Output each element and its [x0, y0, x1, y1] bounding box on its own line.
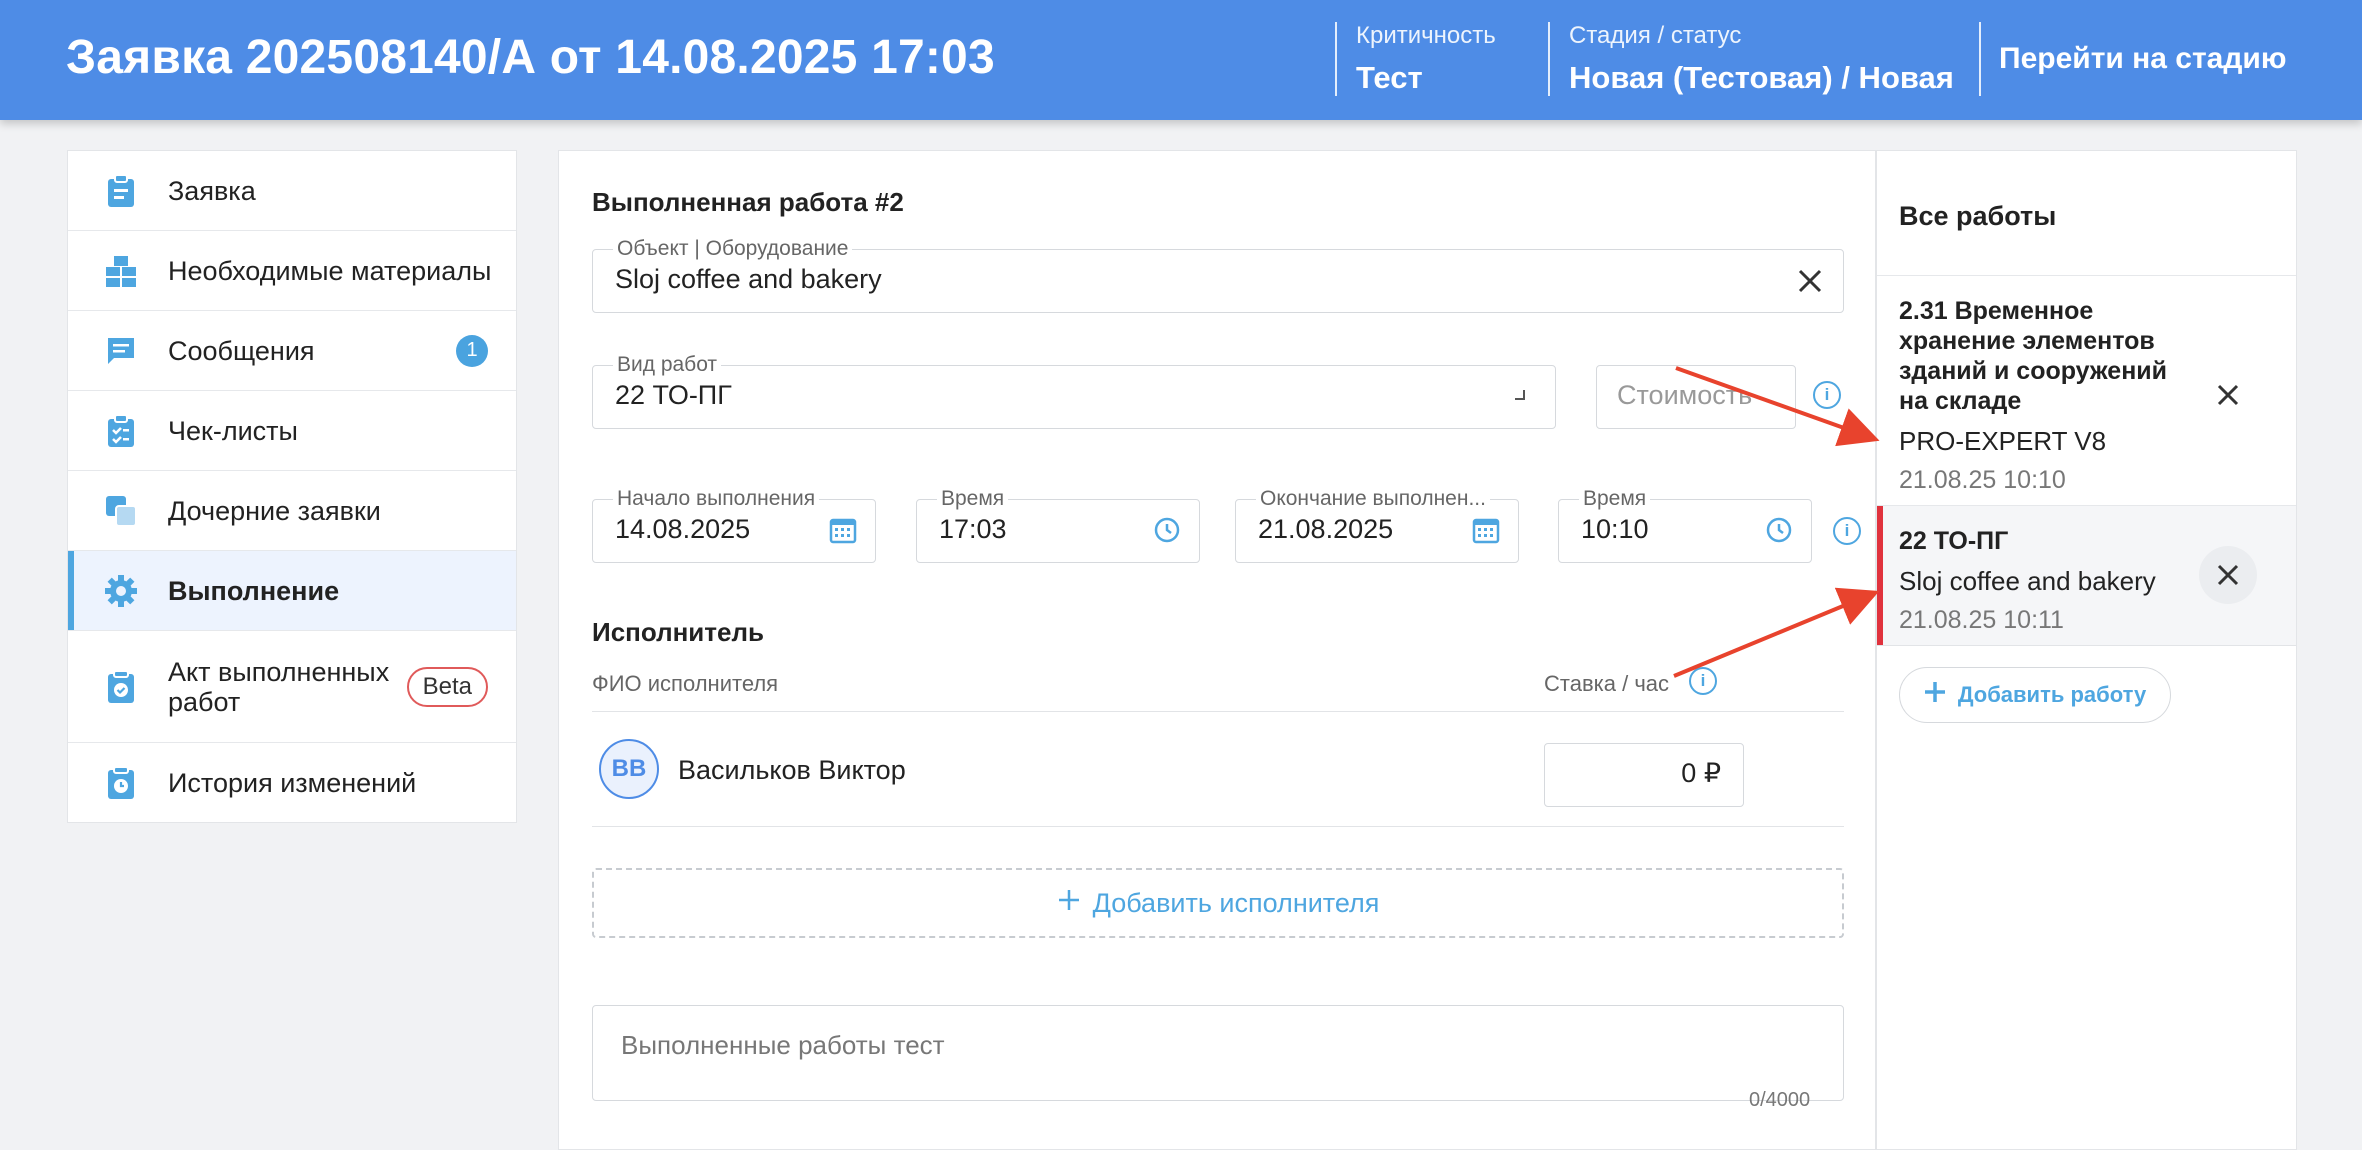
criticality-value: Тест	[1356, 60, 1423, 95]
plus-icon	[1924, 681, 1946, 709]
sidebar-item-checklists[interactable]: Чек-листы	[68, 391, 516, 471]
sidebar-item-label: Заявка	[168, 175, 256, 206]
work-description-placeholder: Выполненные работы тест	[621, 1030, 945, 1060]
sidebar-item-history[interactable]: История изменений	[68, 743, 516, 823]
sidebar-item-label: Акт выполненных работ	[168, 656, 390, 717]
rate-input[interactable]: 0 ₽	[1544, 743, 1744, 807]
cost-placeholder: Стоимость	[1617, 380, 1753, 410]
sidebar-item-request[interactable]: Заявка	[68, 151, 516, 231]
add-work-button[interactable]: Добавить работу	[1899, 667, 2171, 723]
avatar: ВВ	[599, 739, 659, 799]
sidebar-item-execution[interactable]: Выполнение	[68, 551, 516, 631]
gear-icon	[104, 574, 138, 608]
end-time-label: Время	[1579, 487, 1651, 511]
child-requests-icon	[104, 494, 138, 528]
sidebar-item-label: Сообщения	[168, 335, 315, 366]
app-header: Заявка 202508140/А от 14.08.2025 17:03 К…	[0, 0, 2362, 120]
divider	[592, 711, 1844, 712]
end-date-value: 21.08.2025	[1258, 514, 1394, 544]
header-divider	[1335, 22, 1337, 96]
work-form-panel: Выполненная работа #2 Объект | Оборудова…	[558, 150, 1876, 1150]
work-item-date: 21.08.25 10:10	[1899, 466, 2066, 494]
sidebar-item-materials[interactable]: Необходимые материалы	[68, 231, 516, 311]
end-date-label: Окончание выполнен...	[1256, 487, 1490, 511]
object-field-value: Sloj coffee and bakery	[615, 264, 882, 294]
sidebar-item-label: История изменений	[168, 768, 417, 798]
header-divider	[1979, 22, 1981, 96]
work-list-item-selected[interactable]: 22 ТО-ПГ Sloj coffee and bakery 21.08.25…	[1877, 505, 2296, 645]
remove-work-icon[interactable]	[2199, 366, 2257, 424]
goto-stage-button[interactable]: Перейти на стадию	[1999, 42, 2286, 76]
start-time-value: 17:03	[939, 514, 1007, 544]
work-form-title: Выполненная работа #2	[592, 187, 904, 217]
work-item-title: 22 ТО-ПГ	[1899, 527, 2009, 555]
work-type-value: 22 ТО-ПГ	[615, 380, 732, 410]
add-performer-label: Добавить исполнителя	[1092, 887, 1380, 918]
plus-icon	[1057, 888, 1081, 919]
character-counter: 0/4000	[1749, 1089, 1811, 1111]
stage-label: Стадия / статус	[1569, 22, 1742, 49]
header-divider	[1548, 22, 1550, 96]
work-description-textarea[interactable]: Выполненные работы тест	[592, 1005, 1844, 1101]
work-item-object: Sloj coffee and bakery	[1899, 566, 2156, 596]
history-icon	[104, 766, 138, 800]
cost-input[interactable]: Стоимость	[1596, 365, 1796, 429]
sidebar-item-act[interactable]: Акт выполненных работ Beta	[68, 631, 516, 743]
sidebar-item-label: Выполнение	[168, 575, 340, 606]
clipboard-icon	[104, 173, 138, 208]
act-icon	[104, 669, 138, 704]
sidebar-item-label: Дочерние заявки	[168, 495, 381, 526]
rate-info-icon[interactable]: i	[1689, 667, 1717, 695]
performer-name: Васильков Виктор	[678, 755, 906, 785]
page-title: Заявка 202508140/А от 14.08.2025 17:03	[66, 31, 995, 84]
end-date-input[interactable]: Окончание выполнен... 21.08.2025	[1235, 487, 1519, 563]
work-item-date: 21.08.25 10:11	[1899, 606, 2064, 634]
object-field[interactable]: Объект | Оборудование Sloj coffee and ba…	[592, 237, 1844, 313]
start-date-label: Начало выполнения	[613, 487, 820, 511]
add-performer-button[interactable]: Добавить исполнителя	[592, 868, 1844, 938]
period-info-icon[interactable]: i	[1833, 517, 1861, 545]
performer-name-column-header: ФИО исполнителя	[592, 671, 779, 696]
unread-count-badge: 1	[456, 334, 488, 367]
sidebar-item-messages[interactable]: Сообщения 1	[68, 311, 516, 391]
checklist-icon	[104, 413, 138, 448]
beta-badge: Beta	[406, 666, 488, 707]
calendar-icon[interactable]	[829, 516, 861, 548]
resize-corner-icon	[1509, 384, 1541, 416]
cost-info-icon[interactable]: i	[1813, 381, 1841, 409]
end-time-value: 10:10	[1581, 514, 1649, 544]
start-time-label: Время	[937, 487, 1009, 511]
work-list-item[interactable]: 2.31 Временное хранение элементов зданий…	[1877, 275, 2296, 505]
rate-value: 0 ₽	[1681, 758, 1721, 788]
sidebar-item-label: Чек-листы	[168, 415, 298, 446]
message-icon	[104, 334, 138, 368]
sidebar: Заявка Необходимые материалы Сообщения 1…	[67, 150, 517, 823]
performer-section-title: Исполнитель	[592, 617, 764, 647]
add-work-label: Добавить работу	[1957, 682, 2147, 707]
clear-icon[interactable]	[1795, 266, 1827, 298]
remove-work-icon[interactable]	[2199, 546, 2257, 604]
clock-icon[interactable]	[1153, 516, 1185, 548]
start-date-input[interactable]: Начало выполнения 14.08.2025	[592, 487, 876, 563]
clock-icon[interactable]	[1765, 516, 1797, 548]
all-works-title: Все работы	[1899, 201, 2057, 231]
calendar-icon[interactable]	[1472, 516, 1504, 548]
boxes-icon	[104, 254, 138, 288]
sidebar-item-child-requests[interactable]: Дочерние заявки	[68, 471, 516, 551]
end-time-input[interactable]: Время 10:10	[1558, 487, 1812, 563]
work-item-title: 2.31 Временное хранение элементов зданий…	[1899, 297, 2168, 415]
work-type-select[interactable]: Вид работ 22 ТО-ПГ	[592, 353, 1556, 429]
sidebar-item-label: Необходимые материалы	[168, 255, 492, 286]
performer-rate-column-header: Ставка / час	[1544, 671, 1670, 696]
all-works-panel: Все работы 2.31 Временное хранение элеме…	[1876, 150, 2297, 1150]
divider	[592, 826, 1844, 827]
divider	[1877, 645, 2296, 646]
criticality-label: Критичность	[1356, 22, 1496, 49]
start-time-input[interactable]: Время 17:03	[916, 487, 1200, 563]
object-field-label: Объект | Оборудование	[613, 237, 853, 261]
start-date-value: 14.08.2025	[615, 514, 751, 544]
work-item-object: PRO-EXPERT V8	[1899, 426, 2107, 456]
stage-value: Новая (Тестовая) / Новая	[1569, 60, 1954, 95]
work-type-label: Вид работ	[613, 353, 722, 377]
